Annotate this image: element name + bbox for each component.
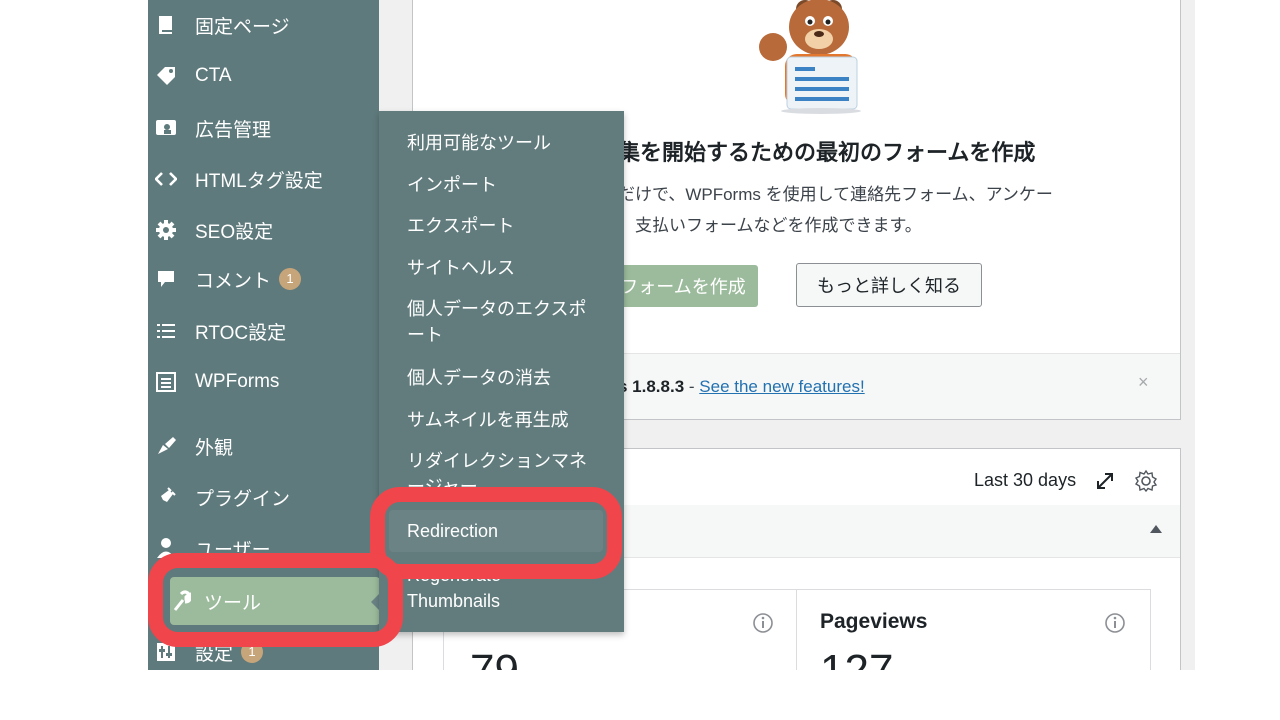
highlight-ring-redirection [370,487,622,579]
sidebar-item-appearance[interactable]: 外観 [148,425,379,467]
sidebar-item-comments[interactable]: コメント 1 [148,258,379,300]
sidebar-item-label: RTOC設定 [195,322,287,344]
create-form-button[interactable]: フォームを作成 [608,265,758,307]
version-notice: s 1.8.8.3 - See the new features! [618,377,865,397]
plugin-icon [155,486,177,508]
sidebar-item-cta[interactable]: CTA [148,55,379,97]
sidebar-item-label: コメント [195,270,272,292]
sidebar-item-label: 固定ページ [195,16,290,38]
submenu-export-personal-data[interactable]: 個人データのエクスポ ート [407,296,617,348]
date-range-label[interactable]: Last 30 days [974,470,1076,491]
sidebar-item-label: CTA [195,65,232,86]
list-icon [155,320,177,342]
learn-more-button[interactable]: もっと詳しく知る [796,263,982,307]
submenu-available-tools[interactable]: 利用可能なツール [407,130,617,156]
version-number: s 1.8.8.3 [618,377,685,396]
sidebar-item-seo[interactable]: SEO設定 [148,209,379,251]
info-icon[interactable] [752,612,774,634]
ad-manager-icon [155,117,177,139]
sidebar-item-ad-manager[interactable]: 広告管理 [148,107,379,149]
sidebar-item-wpforms[interactable]: WPForms [148,361,379,403]
wpforms-heading: 集を開始するための最初のフォームを作成 [618,140,1036,165]
sidebar-item-label: WPForms [195,371,280,392]
submenu-import[interactable]: インポート [407,172,617,198]
submenu-site-health[interactable]: サイトヘルス [407,255,617,281]
sidebar-item-label: HTMLタグ設定 [195,170,323,192]
tag-icon [155,65,177,87]
sidebar-item-rtoc[interactable]: RTOC設定 [148,310,379,352]
pageviews-title: Pageviews [820,610,928,633]
dismiss-notice-icon[interactable]: × [1138,372,1149,393]
comment-icon [155,268,177,290]
visitors-count: 79 [470,646,519,670]
sidebar-item-label: 広告管理 [195,119,272,141]
code-icon [155,168,177,190]
submenu-erase-personal-data[interactable]: 個人データの消去 [407,365,617,391]
collapse-arrow-icon[interactable] [1150,525,1162,533]
version-separator: - [684,377,700,396]
settings-gear-icon[interactable] [1134,469,1158,493]
highlight-ring-tools [148,553,403,647]
gear-icon [155,219,177,241]
sidebar-item-plugins[interactable]: プラグイン [148,476,379,518]
brush-icon [155,435,177,457]
pageviews-count: 127 [820,646,893,670]
wpforms-description-line: 、支払いフォームなどを作成できます。 [618,216,922,235]
expand-icon[interactable] [1094,470,1116,492]
submenu-export[interactable]: エクスポート [407,213,617,239]
submenu-regenerate-thumbnails-jp[interactable]: サムネイルを再生成 [407,407,617,433]
page-icon [155,14,177,36]
sidebar-item-pages[interactable]: 固定ページ [148,4,379,46]
sidebar-item-label: プラグイン [195,488,291,510]
info-icon[interactable] [1104,612,1126,634]
sidebar-item-label: SEO設定 [195,221,274,243]
wpforms-bear-mascot-icon [759,0,861,114]
comment-count-badge: 1 [279,268,302,290]
admin-viewport: 集を開始するための最初のフォームを作成 だけで、WPForms を使用して連絡先… [148,0,1195,670]
wpforms-description: だけで、WPForms を使用して連絡先フォーム、アンケー 、支払いフォームなど… [618,179,1138,241]
wpforms-description-line: だけで、WPForms を使用して連絡先フォーム、アンケー [618,185,1053,204]
wpforms-icon [155,371,177,393]
sidebar-item-label: 外観 [195,437,234,459]
sidebar-item-html-tags[interactable]: HTMLタグ設定 [148,158,379,200]
submenu-redirection-manager[interactable]: リダイレクションマネ ージャー [407,448,617,490]
new-features-link[interactable]: See the new features! [699,377,864,396]
